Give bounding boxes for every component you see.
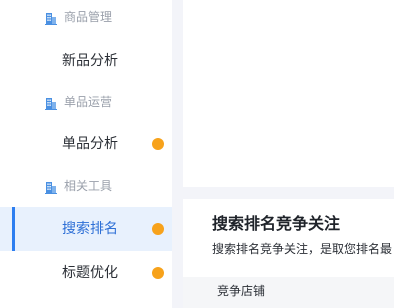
sidebar-item-label: 搜索排名 — [62, 221, 118, 237]
search-ranking-card: 搜索排名竞争关注 搜索排名竞争关注，是取您排名最 竞争店铺 — [183, 199, 394, 308]
sidebar-group-product-management: 商品管理 — [0, 6, 172, 28]
card-tab-bar: 竞争店铺 — [183, 277, 394, 308]
sidebar-group-label: 商品管理 — [64, 10, 113, 24]
sidebar-item-search-ranking[interactable]: 搜索排名 — [0, 207, 172, 251]
sidebar: 商品管理 新品分析 单品运营 单品分析 相关工具 搜索排名 标题优化 — [0, 0, 172, 308]
top-content-panel — [183, 0, 394, 187]
sidebar-item-new-product-analysis[interactable]: 新品分析 — [0, 39, 172, 83]
card-description: 搜索排名竞争关注，是取您排名最 — [212, 242, 393, 256]
active-indicator — [12, 207, 15, 251]
sidebar-item-label: 单品分析 — [62, 136, 118, 152]
sidebar-item-label: 标题优化 — [62, 265, 118, 281]
sidebar-item-single-product-analysis[interactable]: 单品分析 — [0, 122, 172, 166]
sidebar-group-related-tools: 相关工具 — [0, 175, 172, 197]
sidebar-group-label: 单品运营 — [64, 95, 113, 109]
sidebar-item-label: 新品分析 — [62, 53, 118, 69]
notification-dot — [152, 223, 164, 235]
card-title: 搜索排名竞争关注 — [212, 214, 341, 233]
sidebar-group-label: 相关工具 — [64, 179, 113, 193]
building-icon — [45, 10, 57, 25]
sidebar-item-title-optimization[interactable]: 标题优化 — [0, 251, 172, 295]
notification-dot — [152, 138, 164, 150]
building-icon — [45, 95, 57, 110]
building-icon — [45, 179, 57, 194]
notification-dot — [152, 267, 164, 279]
sidebar-group-single-product-ops: 单品运营 — [0, 91, 172, 113]
tab-competing-stores[interactable]: 竞争店铺 — [217, 283, 265, 299]
